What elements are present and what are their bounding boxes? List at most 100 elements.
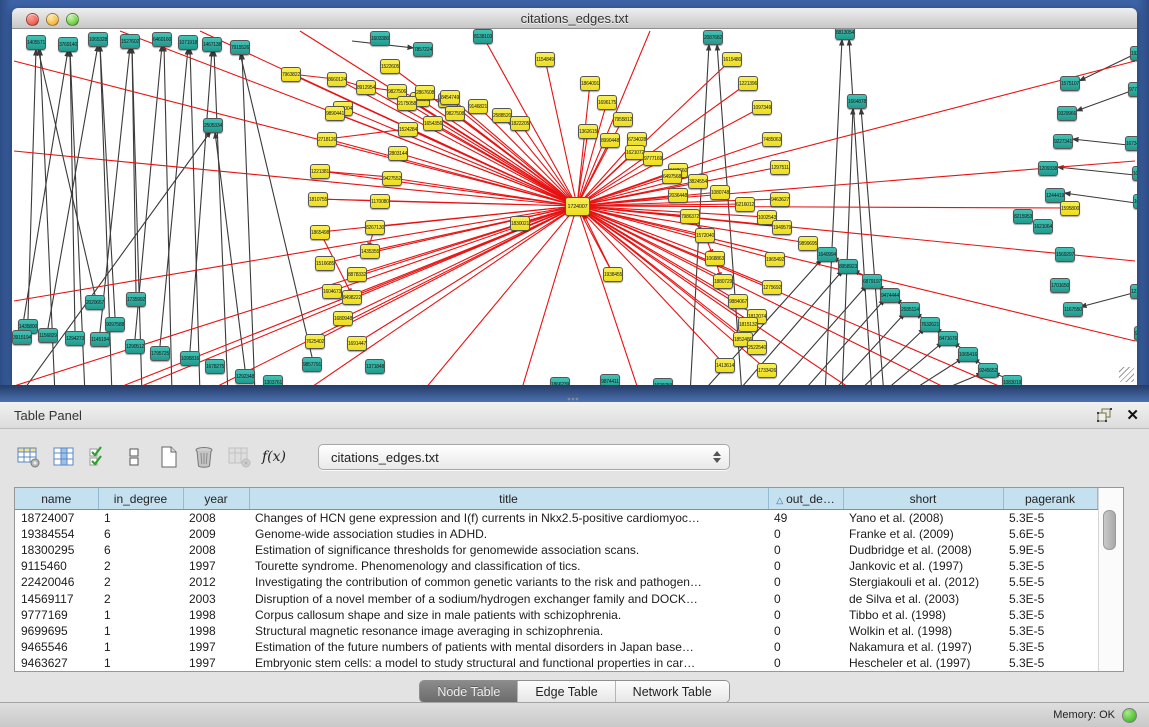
table-row[interactable]: 969969511998Structural magnetic resonanc…	[15, 623, 1097, 639]
table-cell[interactable]: 2	[98, 574, 183, 590]
column-header-out_de[interactable]: △out_de…	[768, 488, 843, 510]
network-node[interactable]: 1664878	[847, 94, 867, 109]
network-node[interactable]: 1572040	[695, 228, 715, 243]
table-cell[interactable]: Disruption of a novel member of a sodium…	[249, 590, 768, 606]
network-node[interactable]: 9899695	[798, 236, 818, 251]
table-cell[interactable]: 1	[98, 510, 183, 527]
network-node[interactable]: 1735992	[126, 292, 146, 307]
network-node[interactable]: 7625402	[305, 334, 325, 349]
network-node[interactable]: 1145194	[90, 332, 110, 347]
select-columns-button[interactable]	[86, 445, 112, 469]
close-window-button[interactable]	[26, 13, 39, 26]
network-node[interactable]: 1275692	[762, 280, 782, 295]
table-cell[interactable]: 1	[98, 639, 183, 655]
table-cell[interactable]: 49	[768, 510, 843, 527]
network-node[interactable]: 1467138	[202, 37, 222, 52]
network-node[interactable]: 1371848	[365, 359, 385, 374]
table-cell[interactable]: 5.3E-5	[1003, 558, 1097, 574]
network-node[interactable]: 1864091	[580, 76, 600, 91]
network-node[interactable]: 1156829	[38, 328, 58, 343]
network-node[interactable]: 1621064	[1033, 219, 1053, 234]
table-row[interactable]: 946554611997Estimation of the future num…	[15, 639, 1097, 655]
table-cell[interactable]: 6	[98, 542, 183, 558]
table-cell[interactable]: 1997	[183, 558, 249, 574]
network-node[interactable]: 8813054	[835, 29, 855, 40]
network-node[interactable]: 2087682	[703, 30, 723, 45]
table-cell[interactable]: 5.3E-5	[1003, 639, 1097, 655]
network-node[interactable]: 1938455	[603, 267, 623, 282]
table-cell[interactable]: Tibbo et al. (1998)	[843, 607, 1003, 623]
network-node[interactable]: 1522605	[380, 59, 400, 74]
table-cell[interactable]: Nakamura et al. (1997)	[843, 639, 1003, 655]
table-cell[interactable]: 2	[98, 558, 183, 574]
network-node[interactable]: 1083019	[1002, 375, 1022, 385]
column-header-in_degree[interactable]: in_degree	[98, 488, 183, 510]
table-source-dropdown[interactable]: citations_edges.txt	[318, 444, 730, 470]
network-node[interactable]: 2935114	[900, 302, 920, 317]
network-node[interactable]: 1691447	[347, 336, 367, 351]
tab-network-table[interactable]: Network Table	[615, 681, 729, 702]
network-node[interactable]: 6879197	[862, 274, 882, 289]
table-cell[interactable]: Wolkin et al. (1998)	[843, 623, 1003, 639]
show-columns-button[interactable]	[51, 445, 77, 469]
network-node[interactable]: 1221396	[738, 76, 758, 91]
network-node[interactable]: 9427552	[382, 171, 402, 186]
network-node[interactable]: 8454749	[440, 90, 460, 105]
network-node[interactable]: 1029759	[653, 378, 673, 385]
network-node[interactable]: 1080748	[710, 185, 730, 200]
network-node[interactable]: 9884067	[728, 294, 748, 309]
import-table-button[interactable]	[226, 445, 252, 469]
table-row[interactable]: 977716911998Corpus callosum shape and si…	[15, 607, 1097, 623]
network-node[interactable]: 1654356	[423, 116, 443, 131]
table-cell[interactable]: 1997	[183, 639, 249, 655]
network-node[interactable]: 2718126	[317, 132, 337, 147]
column-header-title[interactable]: title	[249, 488, 768, 510]
close-panel-icon[interactable]: ✕	[1126, 408, 1139, 423]
table-cell[interactable]: 14569117	[15, 590, 98, 606]
network-node[interactable]: 1569297	[1055, 247, 1075, 262]
network-node[interactable]: 9890441	[325, 106, 345, 121]
table-cell[interactable]: 9699695	[15, 623, 98, 639]
network-node[interactable]: 1603380	[370, 31, 390, 46]
table-cell[interactable]: 1997	[183, 655, 249, 671]
table-cell[interactable]: 5.3E-5	[1003, 607, 1097, 623]
table-cell[interactable]: 1	[98, 607, 183, 623]
network-node[interactable]: 1294273	[65, 331, 85, 346]
network-node[interactable]: 9874411	[600, 374, 620, 385]
network-node[interactable]: 2020657	[85, 295, 105, 310]
network-node[interactable]: 7632621	[920, 317, 940, 332]
table-cell[interactable]: 0	[768, 526, 843, 542]
network-node[interactable]: 1435355	[360, 244, 380, 259]
network-node[interactable]: 8471676	[938, 331, 958, 346]
network-node[interactable]: 9857791	[302, 357, 322, 372]
network-node[interactable]: 1822205	[510, 116, 530, 131]
network-node[interactable]: 1516685	[315, 256, 335, 271]
canvas-resize-grip[interactable]	[1119, 367, 1134, 382]
row-height-button[interactable]	[121, 445, 147, 469]
table-cell[interactable]: 5.6E-5	[1003, 526, 1097, 542]
network-node[interactable]: 1921850	[1130, 46, 1137, 61]
column-header-pagerank[interactable]: pagerank	[1003, 488, 1097, 510]
network-node[interactable]: 1815132	[738, 317, 758, 332]
network-node[interactable]: 1097349	[752, 100, 772, 115]
table-cell[interactable]: Corpus callosum shape and size in male p…	[249, 607, 768, 623]
network-node[interactable]: 1297511	[770, 160, 790, 175]
network-node[interactable]: 9245652	[978, 363, 998, 378]
network-node[interactable]: 2036448	[668, 188, 688, 203]
table-cell[interactable]: 5.3E-5	[1003, 623, 1097, 639]
network-node[interactable]: 1290512	[125, 339, 145, 354]
network-node[interactable]: 8498222	[342, 290, 362, 305]
network-canvas[interactable]: 1405571376914010653281527602646016010719…	[12, 29, 1137, 385]
network-node[interactable]: 2175058	[397, 96, 417, 111]
table-cell[interactable]: 0	[768, 590, 843, 606]
network-node[interactable]: 7857224	[413, 42, 433, 57]
network-node[interactable]: 6216012	[735, 197, 755, 212]
network-node[interactable]: 8215953	[1013, 209, 1033, 224]
network-node[interactable]: 8267130	[365, 220, 385, 235]
zoom-window-button[interactable]	[66, 13, 79, 26]
tab-edge-table[interactable]: Edge Table	[517, 681, 614, 702]
network-node[interactable]: 3824554	[688, 174, 708, 189]
table-cell[interactable]: Dudbridge et al. (2008)	[843, 542, 1003, 558]
table-cell[interactable]: Estimation of the future numbers of pati…	[249, 639, 768, 655]
network-node[interactable]: 1830021	[510, 216, 530, 231]
